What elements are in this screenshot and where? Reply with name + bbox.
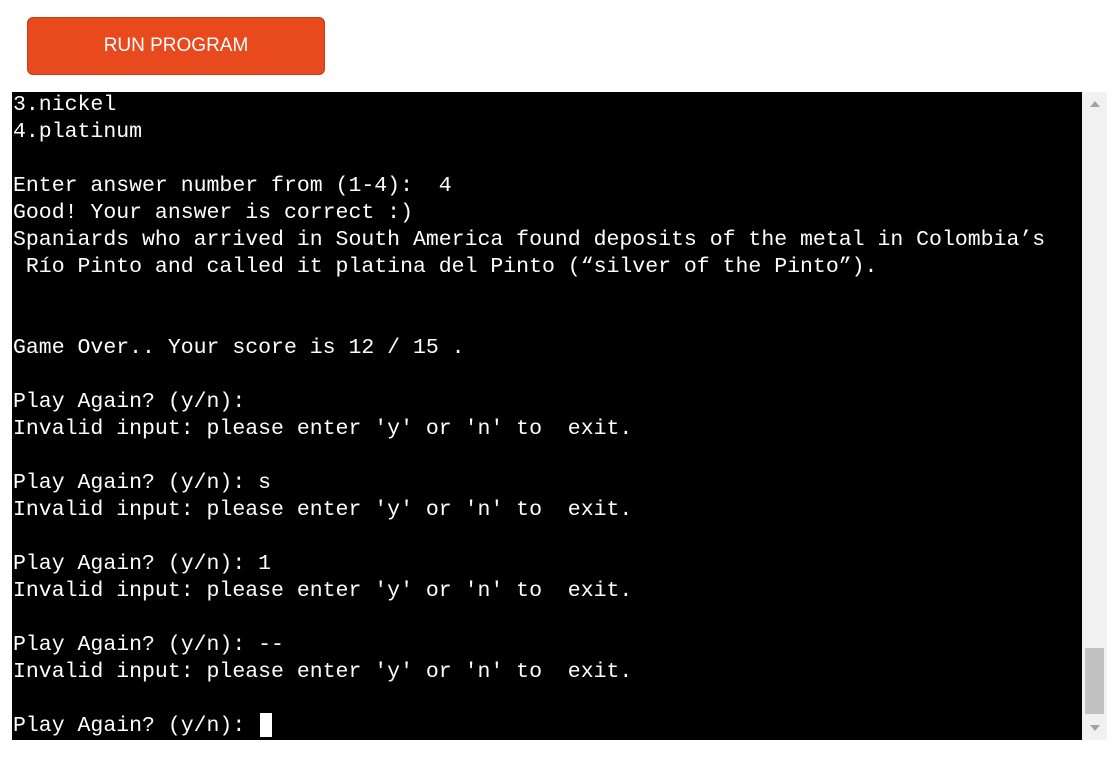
terminal-scrollbar[interactable] — [1082, 92, 1107, 740]
terminal-line: Play Again? (y/n): 1 — [13, 552, 272, 576]
terminal-line: Invalid input: please enter 'y' or 'n' t… — [13, 417, 633, 441]
terminal-cursor — [260, 713, 273, 738]
terminal-line: Play Again? (y/n): — [13, 390, 259, 414]
terminal-line: Río Pinto and called it platina del Pint… — [13, 255, 878, 279]
terminal-line: Enter answer number from (1-4): 4 — [13, 174, 452, 198]
terminal-line: Spaniards who arrived in South America f… — [13, 228, 1046, 252]
terminal-line: Good! Your answer is correct :) — [13, 201, 413, 225]
triangle-down-icon — [1089, 725, 1100, 731]
terminal-line: Invalid input: please enter 'y' or 'n' t… — [13, 579, 633, 603]
scroll-down-button[interactable] — [1082, 716, 1107, 740]
scroll-up-button[interactable] — [1082, 92, 1107, 116]
run-program-button[interactable]: RUN PROGRAM — [27, 17, 325, 75]
terminal-line: 3.nickel — [13, 93, 117, 117]
terminal-prompt-line[interactable]: Play Again? (y/n): — [13, 713, 1045, 740]
terminal-line: Invalid input: please enter 'y' or 'n' t… — [13, 660, 633, 684]
terminal-line: Play Again? (y/n): -- — [13, 633, 284, 657]
scrollbar-thumb[interactable] — [1085, 648, 1104, 714]
terminal-prompt: Play Again? (y/n): — [13, 714, 259, 738]
triangle-up-icon — [1089, 101, 1100, 107]
terminal-line: 4.platinum — [13, 120, 143, 144]
terminal-line: Play Again? (y/n): s — [13, 471, 272, 495]
terminal[interactable]: 3.nickel 4.platinum Enter answer number … — [12, 92, 1082, 740]
terminal-line: Game Over.. Your score is 12 / 15 . — [13, 336, 465, 360]
terminal-line: Invalid input: please enter 'y' or 'n' t… — [13, 498, 633, 522]
terminal-output: 3.nickel 4.platinum Enter answer number … — [13, 92, 1045, 740]
